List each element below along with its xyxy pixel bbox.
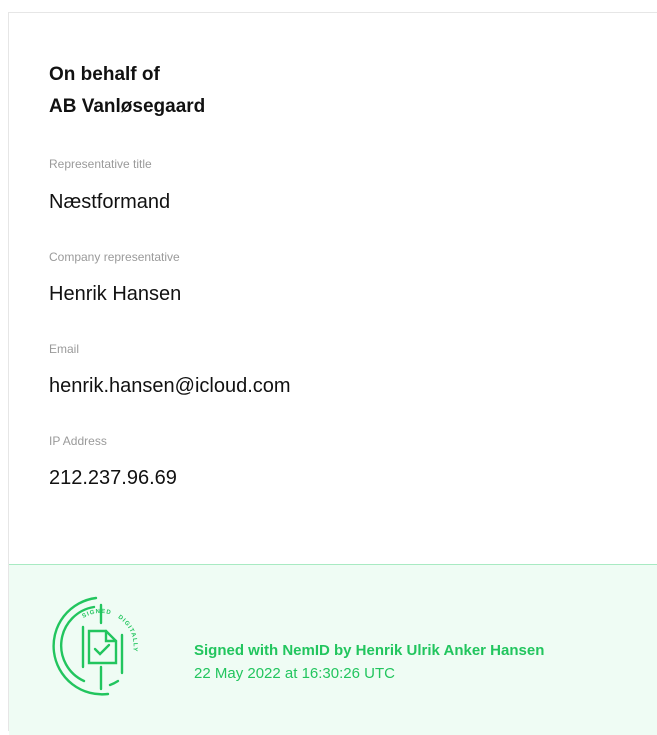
signature-timestamp: 22 May 2022 at 16:30:26 UTC	[194, 665, 395, 682]
company-representative-label: Company representative	[49, 250, 180, 264]
svg-text:DIGITALLY: DIGITALLY	[117, 614, 138, 652]
svg-text:SIGNED: SIGNED	[81, 609, 112, 620]
signature-title: Signed with NemID by Henrik Ulrik Anker …	[194, 642, 545, 659]
heading-line-on-behalf: On behalf of	[49, 64, 160, 85]
representative-title-value: Næstformand	[49, 191, 171, 213]
seal-text-signed: SIGNED	[81, 609, 111, 620]
heading-line-company: AB Vanløsegaard	[49, 96, 206, 117]
company-representative-value: Henrik Hansen	[49, 283, 182, 305]
email-value: henrik.hansen@icloud.com	[49, 375, 291, 397]
representative-title-label: Representative title	[49, 157, 152, 171]
signer-heading: On behalf of AB Vanløsegaard	[49, 59, 205, 123]
ip-address-value: 212.237.96.69	[49, 467, 177, 489]
signed-digitally-seal-icon: SIGNED DIGITALLY	[48, 593, 154, 699]
signature-card: On behalf of AB Vanløsegaard Representat…	[8, 12, 657, 735]
signature-panel: SIGNED DIGITALLY Signed with NemID by He…	[9, 564, 657, 735]
seal-text-digitally: DIGITALLY	[117, 614, 137, 652]
email-label: Email	[49, 342, 80, 356]
ip-address-label: IP Address	[49, 434, 107, 448]
